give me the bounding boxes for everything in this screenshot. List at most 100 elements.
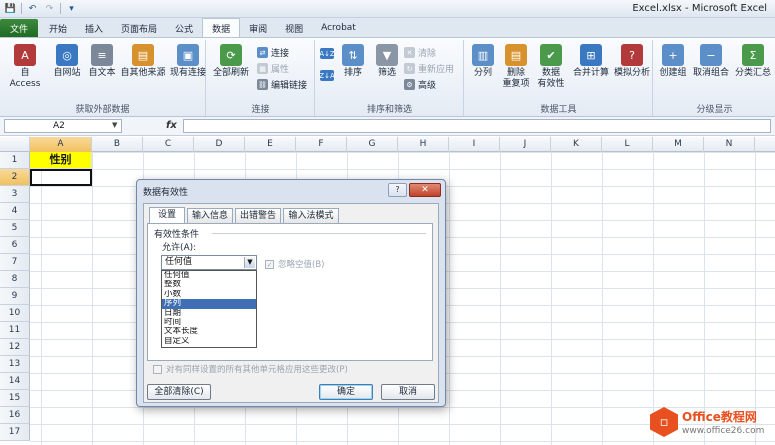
column-header-b[interactable]: B [92,137,143,152]
close-button[interactable]: ✕ [409,183,441,197]
option-list[interactable]: 序列 [162,299,256,309]
group-label: 获取外部数据 [75,105,130,115]
remove-duplicates-button[interactable]: ▤ 删除 重复项 [499,44,533,90]
refresh-all-button[interactable]: ⟳ 全部刷新 [211,44,251,79]
tab-file[interactable]: 文件 [0,19,38,37]
text-to-columns-button[interactable]: ▥ 分列 [467,44,499,79]
allow-select[interactable]: 任何值 ▼ [161,255,257,270]
chevron-down-icon[interactable]: ▼ [244,257,255,268]
option-any-value[interactable]: 任何值 [162,271,256,280]
sort-ascending-button[interactable]: A↓Z [319,48,335,59]
subtotal-button[interactable]: Σ 分类汇总 [732,44,774,79]
group-connections: ⟳ 全部刷新 ⇄ 连接 ▦ 属性 ⛓ 编辑链接 连接 [207,40,315,116]
option-text-length[interactable]: 文本长度 [162,327,256,336]
row-header-16[interactable]: 16 [0,407,30,424]
row-header-9[interactable]: 9 [0,288,30,305]
row-header-4[interactable]: 4 [0,203,30,220]
column-header-g[interactable]: G [347,137,398,152]
option-date[interactable]: 日期 [162,309,256,318]
column-header-k[interactable]: K [551,137,602,152]
column-header-f[interactable]: F [296,137,347,152]
ok-button[interactable]: 确定 [319,384,373,400]
help-button[interactable]: ? [388,183,407,197]
tab-error-alert[interactable]: 出错警告 [235,208,281,223]
reapply-button[interactable]: ↻ 重新应用 [404,62,454,75]
consolidate-button[interactable]: ⊞ 合并计算 [569,44,613,79]
sort-descending-button[interactable]: Z↓A [319,70,335,81]
tab-settings[interactable]: 设置 [149,207,185,224]
option-time[interactable]: 时间 [162,318,256,327]
existing-connections-button[interactable]: ▣ 现有连接 [170,44,206,79]
column-header-j[interactable]: J [500,137,551,152]
row-header-7[interactable]: 7 [0,254,30,271]
row-header-8[interactable]: 8 [0,271,30,288]
option-decimal[interactable]: 小数 [162,290,256,299]
column-header-d[interactable]: D [194,137,245,152]
row-header-10[interactable]: 10 [0,305,30,322]
from-text-button[interactable]: ≡ 自文本 [86,44,118,79]
row-header-6[interactable]: 6 [0,237,30,254]
filter-button[interactable]: ▼ 筛选 [372,44,402,79]
ignore-blank-checkbox[interactable]: ✓ 忽略空值(B) [265,258,324,270]
clear-all-button[interactable]: 全部清除(C) [147,384,211,400]
tab-formulas[interactable]: 公式 [166,19,202,37]
customize-qat-icon[interactable]: ▾ [65,2,78,15]
name-box[interactable]: A2 [4,119,122,133]
row-header-12[interactable]: 12 [0,339,30,356]
column-header-n[interactable]: N [704,137,755,152]
from-access-button[interactable]: A 自 Access [6,44,44,90]
tab-review[interactable]: 审阅 [240,19,276,37]
column-header-i[interactable]: I [449,137,500,152]
from-web-button[interactable]: ◎ 自网站 [50,44,84,79]
connections-button[interactable]: ⇄ 连接 [257,46,289,59]
column-header-h[interactable]: H [398,137,449,152]
column-header-c[interactable]: C [143,137,194,152]
advanced-button[interactable]: ⚙ 高级 [404,78,436,91]
group-button[interactable]: + 创建组 [656,44,690,79]
cell-a1[interactable]: 性别 [30,152,92,169]
column-header-l[interactable]: L [602,137,653,152]
tab-acrobat[interactable]: Acrobat [312,19,365,37]
edit-links-button[interactable]: ⛓ 编辑链接 [257,78,307,91]
row-header-13[interactable]: 13 [0,356,30,373]
tab-home[interactable]: 开始 [40,19,76,37]
column-header-e[interactable]: E [245,137,296,152]
tab-insert[interactable]: 插入 [76,19,112,37]
row-header-2[interactable]: 2 [0,169,30,186]
tab-input-message[interactable]: 输入信息 [187,208,233,223]
row-header-5[interactable]: 5 [0,220,30,237]
sort-button[interactable]: ⇅ 排序 [338,44,368,79]
cancel-button[interactable]: 取消 [381,384,435,400]
properties-button[interactable]: ▦ 属性 [257,62,289,75]
undo-icon[interactable]: ↶ [26,2,39,15]
name-box-dropdown-icon[interactable]: ▼ [112,121,117,129]
column-header-a[interactable]: A [30,137,92,152]
formula-input[interactable] [183,119,771,133]
row-header-15[interactable]: 15 [0,390,30,407]
option-whole-number[interactable]: 整数 [162,280,256,289]
apply-to-all-checkbox[interactable]: 对有同样设置的所有其他单元格应用这些更改(P) [153,363,348,375]
column-header-o[interactable]: O [755,137,775,152]
select-all-corner[interactable] [0,137,30,152]
tab-view[interactable]: 视图 [276,19,312,37]
row-header-14[interactable]: 14 [0,373,30,390]
column-header-m[interactable]: M [653,137,704,152]
redo-icon[interactable]: ↷ [43,2,56,15]
cell-a2-active[interactable] [30,169,92,186]
clear-button[interactable]: ✕ 清除 [404,46,436,59]
save-icon[interactable]: 💾 [4,2,17,15]
tab-page-layout[interactable]: 页面布局 [112,19,166,37]
row-header-17[interactable]: 17 [0,424,30,441]
insert-function-icon[interactable]: fx [166,120,177,131]
ungroup-button[interactable]: − 取消组合 [690,44,732,79]
data-validation-button[interactable]: ✔ 数据 有效性 [533,44,569,90]
from-other-sources-button[interactable]: ▤ 自其他来源 [118,44,168,79]
option-custom[interactable]: 自定义 [162,337,256,346]
tab-data[interactable]: 数据 [202,18,241,37]
row-header-1[interactable]: 1 [0,152,30,169]
row-header-3[interactable]: 3 [0,186,30,203]
data-validation-dialog: 数据有效性 ? ✕ 设置 输入信息 出错警告 输入法模式 有效性条件 允许(A)… [136,179,446,407]
what-if-analysis-button[interactable]: ? 模拟分析 [611,44,653,79]
row-header-11[interactable]: 11 [0,322,30,339]
tab-ime-mode[interactable]: 输入法模式 [283,208,339,223]
